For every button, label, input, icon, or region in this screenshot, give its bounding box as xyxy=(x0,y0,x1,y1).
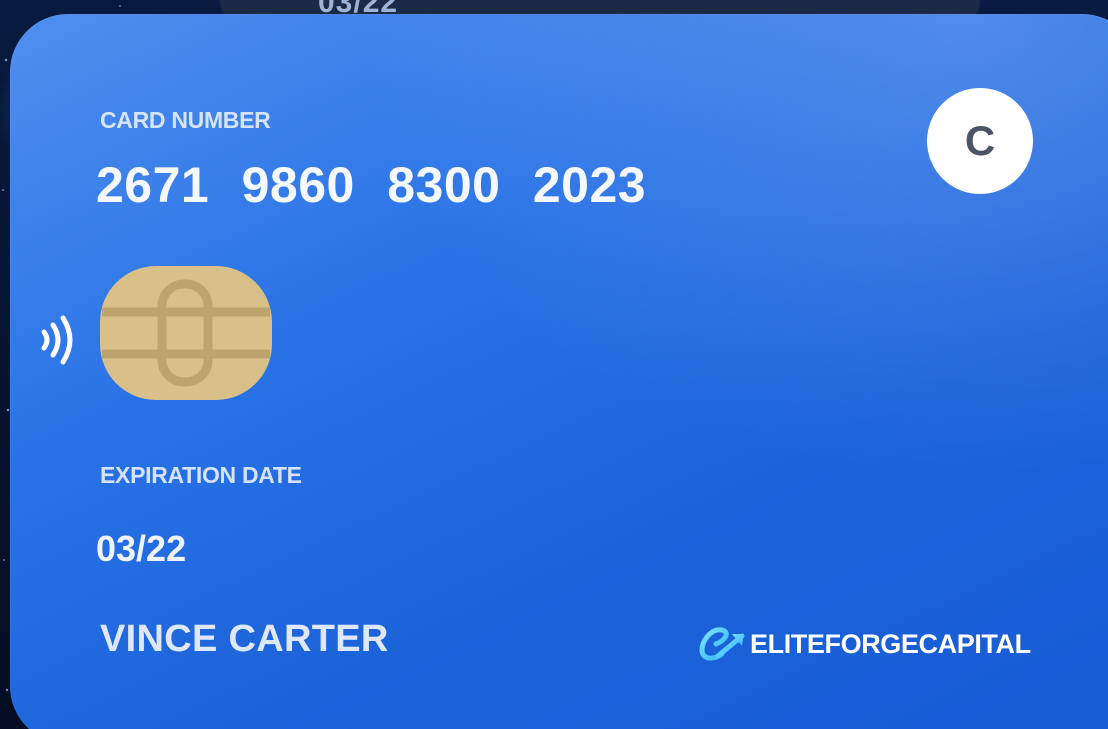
card-number-label: CARD NUMBER xyxy=(100,107,271,133)
credit-card[interactable]: CARD NUMBER 2671 9860 8300 2023 C EXPIRA… xyxy=(10,14,1108,729)
card-number: 2671 9860 8300 2023 xyxy=(96,157,647,213)
brand-name: ELITEFORGECAPITAL xyxy=(750,628,1031,659)
card-badge: C xyxy=(927,88,1033,194)
contactless-icon xyxy=(41,315,73,365)
expiration-date-label: EXPIRATION DATE xyxy=(100,462,302,488)
emv-chip-icon xyxy=(100,266,272,400)
expiration-date: 03/22 xyxy=(96,528,187,569)
screen: 03/22 CARD NUMBER 2671 9860 8300 2023 C … xyxy=(0,0,1108,729)
card-holder-name: VINCE CARTER xyxy=(100,618,389,660)
card-badge-letter: C xyxy=(964,117,996,164)
stylized-e-arrow-icon xyxy=(699,627,745,661)
brand-logo: ELITEFORGECAPITAL xyxy=(696,624,1031,664)
